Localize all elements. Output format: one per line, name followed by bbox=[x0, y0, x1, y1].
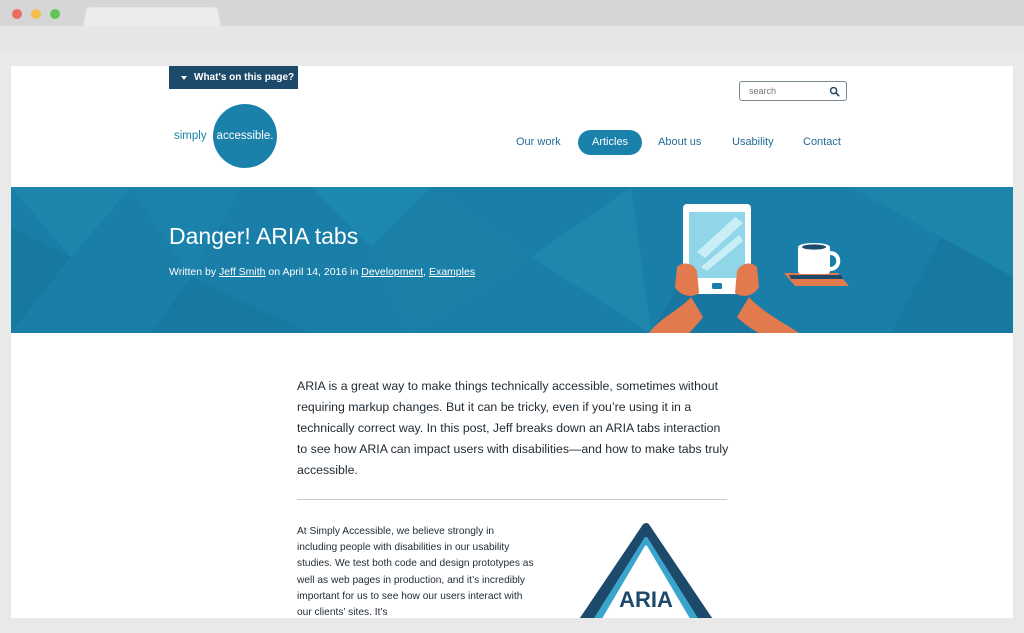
triangle-down-icon bbox=[181, 75, 187, 80]
aria-warning-label: ARIA bbox=[619, 587, 673, 612]
nav-item-articles[interactable]: Articles bbox=[578, 130, 643, 155]
hero-banner: Danger! ARIA tabs Written by Jeff Smith … bbox=[11, 187, 1013, 333]
article-intro: ARIA is a great way to make things techn… bbox=[297, 379, 729, 477]
byline-written-by: Written by bbox=[169, 266, 217, 278]
byline-comma: , bbox=[423, 266, 427, 278]
tablet-and-coffee-illustration bbox=[649, 204, 849, 333]
search-box[interactable] bbox=[739, 81, 847, 101]
search-input[interactable] bbox=[740, 83, 824, 99]
aria-warning-sign-icon: ARIA bbox=[579, 523, 713, 618]
nav-item-about-us[interactable]: About us bbox=[658, 130, 701, 155]
article-title: Danger! ARIA tabs bbox=[169, 223, 359, 249]
byline-date: on April 14, 2016 in bbox=[268, 266, 359, 278]
article-body: At Simply Accessible, we believe strongl… bbox=[297, 526, 534, 618]
minimize-window-button[interactable] bbox=[31, 9, 41, 19]
category-link-development[interactable]: Development bbox=[361, 266, 423, 278]
close-window-button[interactable] bbox=[12, 9, 22, 19]
browser-chrome bbox=[0, 0, 1024, 50]
article-byline: Written by Jeff Smith on April 14, 2016 … bbox=[169, 266, 475, 278]
web-page: What's on this page? simply accessible. … bbox=[11, 66, 1013, 618]
main-nav: Our work Articles About us Usability Con… bbox=[11, 130, 1013, 156]
nav-item-usability[interactable]: Usability bbox=[732, 130, 774, 155]
browser-tab[interactable] bbox=[83, 7, 221, 27]
content-divider bbox=[297, 499, 727, 500]
nav-item-contact[interactable]: Contact bbox=[803, 130, 841, 155]
whats-on-this-page-button[interactable]: What's on this page? bbox=[169, 66, 298, 89]
category-link-examples[interactable]: Examples bbox=[429, 266, 475, 278]
nav-item-our-work[interactable]: Our work bbox=[516, 130, 561, 155]
search-icon[interactable] bbox=[829, 86, 840, 97]
maximize-window-button[interactable] bbox=[50, 9, 60, 19]
whats-on-this-page-label: What's on this page? bbox=[194, 72, 295, 83]
author-link[interactable]: Jeff Smith bbox=[219, 266, 266, 278]
